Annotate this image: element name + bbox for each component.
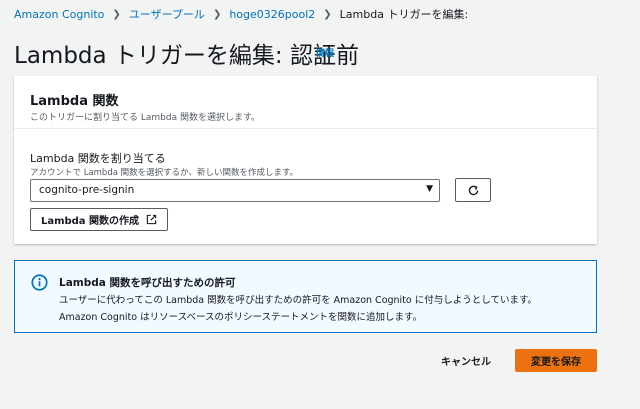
- refresh-icon: [468, 184, 478, 195]
- breadcrumb-link-cognito[interactable]: Amazon Cognito: [14, 8, 104, 21]
- panel-header: Lambda 関数 このトリガーに割り当てる Lambda 関数を選択します。: [14, 76, 597, 129]
- select-value: cognito-pre-signin: [39, 184, 135, 196]
- field-description: アカウントで Lambda 関数を選択するか、新しい関数を作成します。: [30, 168, 299, 178]
- alert-message-line1: ユーザーに代わってこの Lambda 関数を呼び出すための許可を Amazon …: [59, 295, 538, 306]
- info-link[interactable]: 情報: [316, 46, 334, 59]
- page-title: Lambda トリガーを編集: 認証前: [14, 43, 359, 69]
- caret-down-icon: ▼: [426, 184, 433, 194]
- permission-alert: Lambda 関数を呼び出すための許可 ユーザーに代わってこの Lambda 関…: [14, 260, 597, 333]
- chevron-right-icon: ❯: [323, 8, 332, 20]
- create-lambda-function-button[interactable]: Lambda 関数の作成: [30, 208, 168, 231]
- info-icon: [31, 274, 48, 291]
- lambda-function-select[interactable]: cognito-pre-signin ▼: [30, 179, 440, 202]
- breadcrumb-link-pool[interactable]: hoge0326pool2: [229, 8, 315, 21]
- breadcrumb: Amazon Cognito ❯ ユーザープール ❯ hoge0326pool2…: [14, 6, 468, 22]
- breadcrumb-link-user-pools[interactable]: ユーザープール: [129, 6, 205, 22]
- alert-title: Lambda 関数を呼び出すための許可: [59, 277, 236, 289]
- alert-message-line2: Amazon Cognito はリソースベースのポリシーステートメントを関数に追…: [59, 312, 423, 323]
- field-label: Lambda 関数を割り当てる: [30, 152, 166, 165]
- external-link-icon: [146, 214, 157, 225]
- panel-description: このトリガーに割り当てる Lambda 関数を選択します。: [30, 113, 261, 123]
- panel-title: Lambda 関数: [30, 94, 119, 109]
- breadcrumb-current: Lambda トリガーを編集:: [339, 8, 469, 21]
- refresh-button[interactable]: [455, 178, 491, 202]
- lambda-function-panel: Lambda 関数 このトリガーに割り当てる Lambda 関数を選択します。 …: [14, 76, 597, 244]
- cancel-button[interactable]: キャンセル: [430, 349, 502, 371]
- chevron-right-icon: ❯: [112, 8, 121, 20]
- save-changes-button[interactable]: 変更を保存: [515, 349, 597, 372]
- chevron-right-icon: ❯: [212, 8, 222, 20]
- create-button-label: Lambda 関数の作成: [40, 216, 140, 227]
